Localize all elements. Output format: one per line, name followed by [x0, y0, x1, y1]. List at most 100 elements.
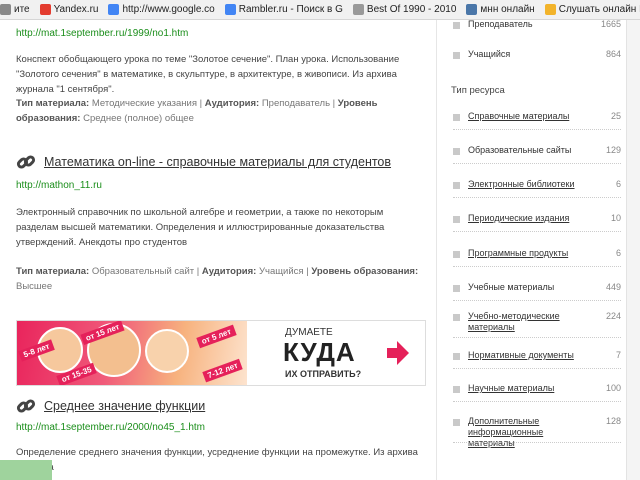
filter-label[interactable]: Учебно-методические материалы	[468, 311, 589, 333]
bookmark-label: Rambler.ru - Поиск в G	[238, 4, 343, 15]
filter-label[interactable]: Справочные материалы	[468, 111, 589, 122]
item1-type-label: Тип материала:	[16, 98, 90, 109]
item2-aud-label: Аудитория:	[201, 266, 257, 277]
item1-description: Конспект обобщающего урока по теме "Золо…	[16, 54, 400, 95]
row-divider	[453, 266, 621, 267]
bookmark-item[interactable]: мнн онлайн	[466, 4, 535, 15]
item3-description: Определение среднего значения функции, у…	[16, 447, 418, 473]
filter-count: 7	[615, 350, 621, 360]
filter-option[interactable]: Учебные материалы 449	[441, 282, 621, 293]
item1-meta: Тип материала: Методические указания | А…	[16, 98, 378, 124]
row-divider	[453, 231, 621, 232]
checkbox[interactable]	[453, 216, 460, 223]
item1-level: Среднее (полное) общее	[80, 113, 194, 124]
bookmark-item[interactable]: Best Of 1990 - 2010	[352, 4, 457, 15]
item3-url[interactable]: http://mat.1september.ru/2000/no45_1.htm	[16, 422, 205, 433]
page-icon	[0, 4, 11, 15]
bookmark-label: Best Of 1990 - 2010	[366, 4, 457, 15]
filter-option[interactable]: Преподаватель 1665	[441, 20, 621, 30]
checkbox[interactable]	[453, 182, 460, 189]
bookmark-item[interactable]: http://www.google.co	[108, 4, 215, 15]
item2-type: Образовательный сайт	[89, 266, 195, 277]
scrollbar[interactable]	[626, 20, 640, 480]
item2-url[interactable]: http://mathon_11.ru	[16, 180, 102, 191]
bookmark-label: мнн онлайн	[480, 4, 535, 15]
filter-option[interactable]: Дополнительные информационные материалы 1…	[441, 416, 621, 449]
filter-option[interactable]: Образовательные сайты 129	[441, 145, 621, 156]
filter-label[interactable]: Учебные материалы	[468, 282, 589, 293]
ad-banner[interactable]: от 15 лет от 5 лет 5-8 лет 7-12 лет от 1…	[16, 320, 426, 386]
row-divider	[453, 129, 621, 130]
filter-label[interactable]: Программные продукты	[468, 248, 589, 259]
filter-count: 1665	[600, 20, 621, 29]
filter-option[interactable]: Электронные библиотеки 6	[441, 179, 621, 190]
filter-label[interactable]: Нормативные документы	[468, 350, 589, 361]
checkbox[interactable]	[453, 52, 460, 59]
bookmark-label: Слушать онлайн Рус	[558, 4, 640, 15]
filter-option[interactable]: Программные продукты 6	[441, 248, 621, 259]
checkbox[interactable]	[453, 353, 460, 360]
google-icon	[224, 4, 236, 15]
row-divider	[453, 368, 621, 369]
bookmark-item[interactable]: ите	[0, 4, 30, 15]
checkbox[interactable]	[453, 251, 460, 258]
filter-option[interactable]: Учащийся 864	[441, 49, 621, 60]
item3-header: Среднее значение функции	[16, 396, 205, 416]
filter-option[interactable]: Научные материалы 100	[441, 383, 621, 394]
filter-option[interactable]: Справочные материалы 25	[441, 111, 621, 122]
yandex-icon	[39, 4, 51, 15]
item2-level: Высшее	[16, 281, 53, 292]
checkbox[interactable]	[453, 419, 460, 426]
filter-count: 10	[610, 213, 621, 223]
checkbox[interactable]	[453, 22, 460, 29]
filter-count: 25	[610, 111, 621, 121]
filter-label[interactable]: Электронные библиотеки	[468, 179, 589, 190]
filter-option[interactable]: Периодические издания 10	[441, 213, 621, 224]
google-icon	[108, 4, 120, 15]
item2-aud: Учащийся	[256, 266, 304, 277]
filter-label[interactable]: Дополнительные информационные материалы	[468, 416, 589, 449]
item1-aud: Преподаватель	[259, 98, 331, 109]
row-divider	[453, 300, 621, 301]
item2-header: Математика on-line - справочные материал…	[16, 152, 391, 172]
filter-option[interactable]: Нормативные документы 7	[441, 350, 621, 361]
item2-meta: Тип материала: Образовательный сайт | Ау…	[16, 266, 419, 292]
age-tag: 7-12 лет	[202, 358, 244, 383]
banner-headline: КУДА	[283, 337, 356, 367]
item2-title-link[interactable]: Математика on-line - справочные материал…	[44, 155, 391, 169]
item2-level-label: Уровень образования:	[311, 266, 419, 277]
filter-label[interactable]: Научные материалы	[468, 383, 589, 394]
link-icon	[16, 155, 36, 169]
bookmark-label: ите	[14, 4, 30, 15]
top-link[interactable]: http://mat.1september.ru/1999/no1.htm	[16, 28, 188, 39]
checkbox[interactable]	[453, 386, 460, 393]
resource-type-heading: Тип ресурса	[451, 85, 505, 96]
checkbox[interactable]	[453, 114, 460, 121]
row-divider	[453, 337, 621, 338]
main-content: http://mat.1september.ru/1999/no1.htm Ко…	[0, 20, 435, 480]
checkbox[interactable]	[453, 314, 460, 321]
bookmark-item[interactable]: Rambler.ru - Поиск в G	[224, 4, 343, 15]
row-divider	[453, 197, 621, 198]
banner-photo: от 15 лет от 5 лет 5-8 лет 7-12 лет от 1…	[17, 321, 247, 385]
bookmark-item[interactable]: Yandex.ru	[39, 4, 99, 15]
filter-count: 128	[605, 416, 621, 426]
checkbox[interactable]	[453, 148, 460, 155]
music-icon	[544, 4, 556, 15]
arrow-right-icon	[387, 341, 409, 365]
item3-title-link[interactable]: Среднее значение функции	[44, 399, 205, 413]
filter-label[interactable]: Преподаватель	[468, 20, 589, 30]
checkbox[interactable]	[453, 285, 460, 292]
filter-label[interactable]: Учащийся	[468, 49, 589, 60]
page-icon	[352, 4, 364, 15]
filter-count: 449	[605, 282, 621, 292]
filter-label[interactable]: Образовательные сайты	[468, 145, 589, 156]
banner-bottom-text: ИХ ОТПРАВИТЬ?	[285, 369, 362, 379]
row-divider	[453, 401, 621, 402]
taskbar-button[interactable]	[0, 460, 52, 480]
filter-label[interactable]: Периодические издания	[468, 213, 589, 224]
filter-option[interactable]: Учебно-методические материалы 224	[441, 311, 621, 333]
bookmark-label: Yandex.ru	[53, 4, 99, 15]
row-divider	[453, 442, 621, 443]
bookmark-item[interactable]: Слушать онлайн Рус	[544, 4, 640, 15]
